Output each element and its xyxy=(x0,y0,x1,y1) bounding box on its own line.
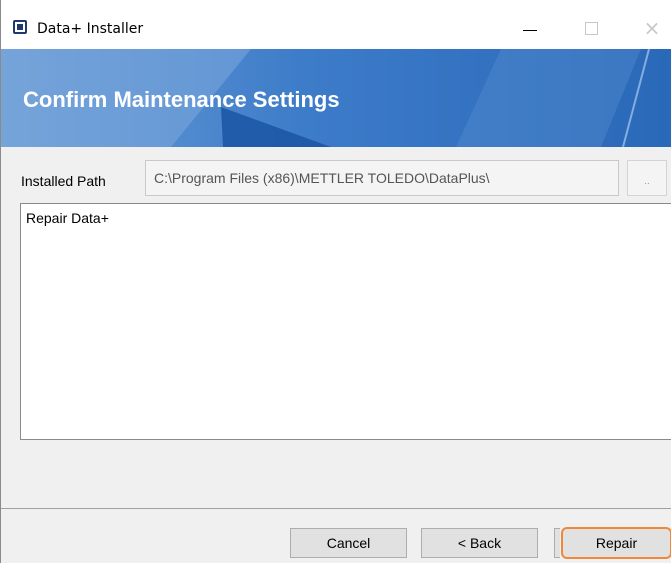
summary-textbox[interactable]: Repair Data+ xyxy=(20,203,671,440)
repair-button[interactable]: Repair xyxy=(561,527,671,559)
maximize-button[interactable] xyxy=(568,8,614,48)
app-icon xyxy=(13,20,27,34)
installed-path-input[interactable] xyxy=(145,160,619,196)
repair-button-edge xyxy=(554,528,560,558)
maximize-icon xyxy=(584,21,598,35)
title-bar: Data+ Installer × xyxy=(1,0,671,49)
back-button[interactable]: < Back xyxy=(421,528,538,558)
window-title: Data+ Installer xyxy=(37,21,144,37)
installer-window: Data+ Installer × Confirm Maintenance Se… xyxy=(0,0,671,563)
close-icon: × xyxy=(643,16,661,40)
installed-path-label: Installed Path xyxy=(21,173,106,189)
page-title: Confirm Maintenance Settings xyxy=(23,87,340,112)
cancel-button[interactable]: Cancel xyxy=(290,528,407,558)
summary-text: Repair Data+ xyxy=(26,210,109,226)
header-banner: Confirm Maintenance Settings xyxy=(1,49,671,147)
browse-button[interactable]: .. xyxy=(627,160,667,196)
footer-divider xyxy=(1,508,671,509)
minimize-icon xyxy=(523,29,537,31)
minimize-button[interactable] xyxy=(507,8,553,48)
close-button[interactable]: × xyxy=(629,8,671,48)
